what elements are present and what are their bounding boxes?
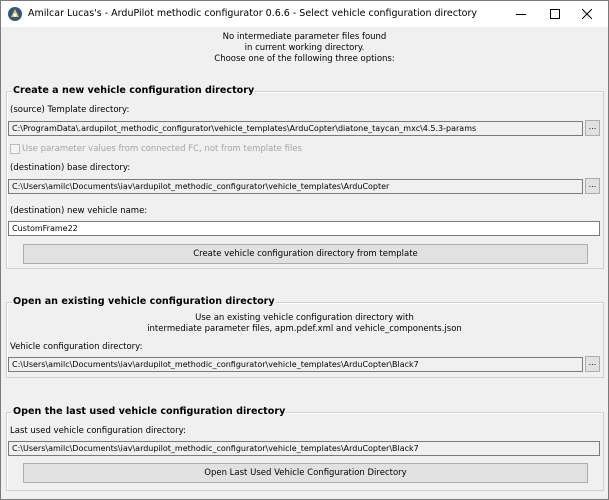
template-dir-label: (source) Template directory: xyxy=(10,105,130,115)
minimize-icon xyxy=(515,14,526,15)
vehicle-name-input[interactable] xyxy=(8,221,600,236)
maximize-icon xyxy=(549,9,560,19)
intro-line-2: in current working directory. xyxy=(244,43,365,53)
intro-line-1: No intermediate parameter files found xyxy=(222,32,387,42)
create-new-title: Create a new vehicle configuration direc… xyxy=(12,85,256,96)
existing-dir-field[interactable]: C:\Users\amilc\Documents\iav\ardupilot_m… xyxy=(8,357,583,372)
create-from-template-button[interactable]: Create vehicle configuration directory f… xyxy=(23,244,588,264)
use-fc-params-checkbox[interactable] xyxy=(10,144,20,154)
ardupilot-app-icon xyxy=(8,7,22,21)
base-dir-field[interactable]: C:\Users\amilc\Documents\iav\ardupilot_m… xyxy=(8,179,583,194)
template-browse-button[interactable]: ... xyxy=(585,120,600,136)
close-icon xyxy=(581,9,592,19)
existing-browse-button[interactable]: ... xyxy=(585,356,600,372)
template-dir-field[interactable]: C:\ProgramData\.ardupilot_methodic_confi… xyxy=(8,121,583,136)
open-last-title: Open the last used vehicle configuration… xyxy=(12,406,287,417)
use-fc-params-label: Use parameter values from connected FC, … xyxy=(22,144,302,154)
base-browse-button[interactable]: ... xyxy=(585,178,600,194)
close-button[interactable] xyxy=(565,1,608,27)
app-window: Amilcar Lucas's - ArduPilot methodic con… xyxy=(0,0,609,500)
existing-dir-label: Vehicle configuration directory: xyxy=(10,342,143,352)
open-existing-desc-2: intermediate parameter files, apm.pdef.x… xyxy=(147,324,462,334)
base-dir-label: (destination) base directory: xyxy=(10,163,131,173)
last-dir-field: C:\Users\amilc\Documents\iav\ardupilot_m… xyxy=(8,441,600,456)
last-dir-label: Last used vehicle configuration director… xyxy=(10,426,186,436)
intro-line-3: Choose one of the following three option… xyxy=(214,54,395,64)
vehicle-name-label: (destination) new vehicle name: xyxy=(10,206,148,216)
open-last-used-button[interactable]: Open Last Used Vehicle Configuration Dir… xyxy=(23,463,588,483)
open-existing-title: Open an existing vehicle configuration d… xyxy=(12,296,276,307)
window-title: Amilcar Lucas's - ArduPilot methodic con… xyxy=(28,8,478,19)
open-existing-desc-1: Use an existing vehicle configuration di… xyxy=(195,313,414,323)
title-bar[interactable]: Amilcar Lucas's - ArduPilot methodic con… xyxy=(1,1,608,27)
